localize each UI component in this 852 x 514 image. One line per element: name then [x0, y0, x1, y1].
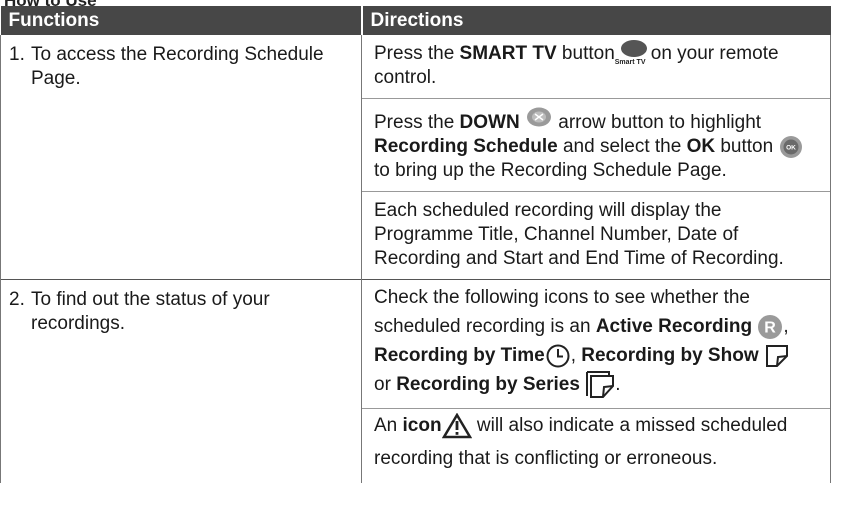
active-recording-icon: R	[758, 315, 783, 339]
directions-column-header: Directions	[360, 6, 831, 35]
table-row: 1. To access the Recording Schedule Page…	[0, 35, 831, 280]
functions-column-header: Functions	[0, 6, 362, 35]
step-number: 2.	[9, 289, 25, 311]
direction-paragraph: Each scheduled recording will display th…	[362, 191, 830, 279]
down-arrow-button-icon	[526, 107, 551, 127]
recording-by-show-icon	[765, 345, 788, 367]
function-text: To access the Recording Schedule Page.	[31, 44, 324, 89]
svg-text:R: R	[765, 320, 777, 337]
ok-button-icon: OK	[780, 136, 803, 158]
direction-paragraph: Press the SMART TV button Smart TV on your…	[362, 35, 830, 98]
directions-cell: Check the following icons to see whether…	[361, 279, 831, 484]
direction-paragraph: Press the DOWN arrow button to highlight…	[362, 98, 830, 191]
direction-paragraph: An icon will also indicate a missed sche…	[362, 408, 830, 483]
instructions-table: Functions Directions 1. To access the Re…	[0, 6, 831, 484]
function-cell: 2. To find out the status of your record…	[0, 279, 362, 484]
svg-text:OK: OK	[787, 145, 797, 152]
warning-icon	[441, 413, 472, 439]
table-row: 2. To find out the status of your record…	[0, 279, 831, 484]
clock-icon	[546, 344, 570, 368]
step-number: 1.	[9, 44, 25, 65]
function-text: To find out the status of your recording…	[31, 289, 270, 335]
function-cell: 1. To access the Recording Schedule Page…	[0, 35, 362, 280]
table-header-row: Functions Directions	[0, 6, 831, 35]
recording-by-series-icon	[586, 371, 615, 399]
directions-cell: Press the SMART TV button Smart TV on your…	[361, 35, 831, 280]
smart-tv-button-icon: Smart TV	[615, 40, 651, 66]
direction-paragraph: Check the following icons to see whether…	[362, 280, 830, 408]
